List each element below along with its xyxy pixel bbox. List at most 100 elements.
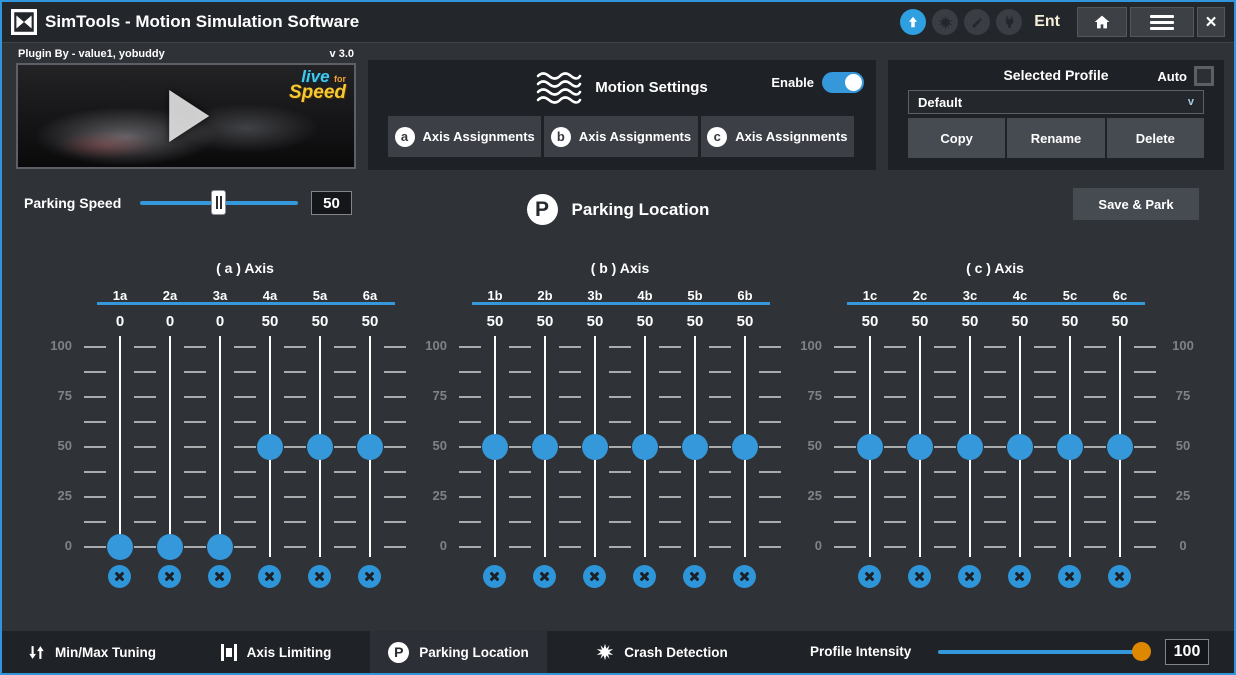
slider-handle-1b[interactable] [482,434,508,460]
tick-mark [759,496,781,498]
slider-value-3c: 50 [948,313,992,330]
tick-mark [934,496,956,498]
tick-mark [1084,371,1106,373]
slider-track-2a[interactable] [169,336,171,557]
slider-label-3b: 3b [573,288,617,303]
slider-label-1b: 1b [473,288,517,303]
tick-mark [234,546,256,548]
tab-parking-location[interactable]: P Parking Location [370,631,547,673]
tick-mark [1034,546,1056,548]
tick-mark [934,371,956,373]
tick-mark [884,346,906,348]
tick-mark [1084,546,1106,548]
slider-clear-button-2a[interactable] [158,565,181,588]
tick-mark [984,496,1006,498]
slider-clear-button-5c[interactable] [1058,565,1081,588]
slider-track-1a[interactable] [119,336,121,557]
tick-mark [1034,396,1056,398]
tick-mark [709,446,731,448]
slider-value-4c: 50 [998,313,1042,330]
tick-mark [884,471,906,473]
tick-mark [559,446,581,448]
slider-clear-button-3b[interactable] [583,565,606,588]
tick-mark [709,496,731,498]
profile-intensity-handle[interactable] [1132,642,1151,661]
slider-label-4a: 4a [248,288,292,303]
slider-handle-1c[interactable] [857,434,883,460]
slider-clear-button-6a[interactable] [358,565,381,588]
slider-handle-1a[interactable] [107,534,133,560]
profile-intensity-slider[interactable] [938,650,1150,654]
tick-mark [834,496,856,498]
tick-mark [1134,546,1156,548]
tick-mark [284,496,306,498]
slider-handle-5a[interactable] [307,434,333,460]
tab-label: Parking Location [419,645,529,660]
tick-mark [884,421,906,423]
slider-handle-3a[interactable] [207,534,233,560]
slider-value-3a: 0 [198,313,242,330]
slider-handle-3c[interactable] [957,434,983,460]
slider-clear-button-3a[interactable] [208,565,231,588]
scale-label: 50 [42,438,72,453]
slider-clear-button-6c[interactable] [1108,565,1131,588]
slider-label-6c: 6c [1098,288,1142,303]
tick-mark [659,346,681,348]
slider-clear-button-1b[interactable] [483,565,506,588]
slider-handle-4a[interactable] [257,434,283,460]
slider-handle-3b[interactable] [582,434,608,460]
slider-clear-button-4c[interactable] [1008,565,1031,588]
tick-mark [559,496,581,498]
slider-clear-button-2b[interactable] [533,565,556,588]
tick-mark [84,421,106,423]
tick-mark [334,396,356,398]
tick-mark [284,446,306,448]
slider-handle-6a[interactable] [357,434,383,460]
tab-crash-detection[interactable]: Crash Detection [547,631,777,673]
slider-clear-button-4a[interactable] [258,565,281,588]
tick-mark [759,421,781,423]
tick-mark [284,371,306,373]
tick-mark [759,471,781,473]
slider-handle-2c[interactable] [907,434,933,460]
slider-value-2c: 50 [898,313,942,330]
tick-mark [559,396,581,398]
scale-label: 75 [792,388,822,403]
slider-clear-button-4b[interactable] [633,565,656,588]
slider-handle-6b[interactable] [732,434,758,460]
tick-mark [1034,521,1056,523]
tab-minmax-tuning[interactable]: Min/Max Tuning [2,631,182,673]
slider-label-6a: 6a [348,288,392,303]
tick-mark [759,396,781,398]
slider-handle-4c[interactable] [1007,434,1033,460]
slider-clear-button-5b[interactable] [683,565,706,588]
scale-label: 75 [417,388,447,403]
slider-handle-2b[interactable] [532,434,558,460]
scale-label: 0 [792,538,822,553]
slider-clear-button-1c[interactable] [858,565,881,588]
slider-clear-button-5a[interactable] [308,565,331,588]
slider-handle-2a[interactable] [157,534,183,560]
tick-mark [1134,471,1156,473]
slider-clear-button-6b[interactable] [733,565,756,588]
slider-handle-5c[interactable] [1057,434,1083,460]
slider-clear-button-2c[interactable] [908,565,931,588]
slider-handle-4b[interactable] [632,434,658,460]
slider-clear-button-3c[interactable] [958,565,981,588]
slider-track-3a[interactable] [219,336,221,557]
tick-mark [1084,496,1106,498]
slider-handle-6c[interactable] [1107,434,1133,460]
slider-clear-button-1a[interactable] [108,565,131,588]
scale-label-right: 0 [1166,538,1200,553]
slider-handle-5b[interactable] [682,434,708,460]
tab-axis-limiting[interactable]: Axis Limiting [182,631,370,673]
scale-label: 0 [42,538,72,553]
tick-mark [609,471,631,473]
tick-mark [509,496,531,498]
slider-value-4a: 50 [248,313,292,330]
tick-mark [459,346,481,348]
tick-mark [934,446,956,448]
tick-mark [984,546,1006,548]
tick-mark [509,446,531,448]
tick-mark [759,546,781,548]
